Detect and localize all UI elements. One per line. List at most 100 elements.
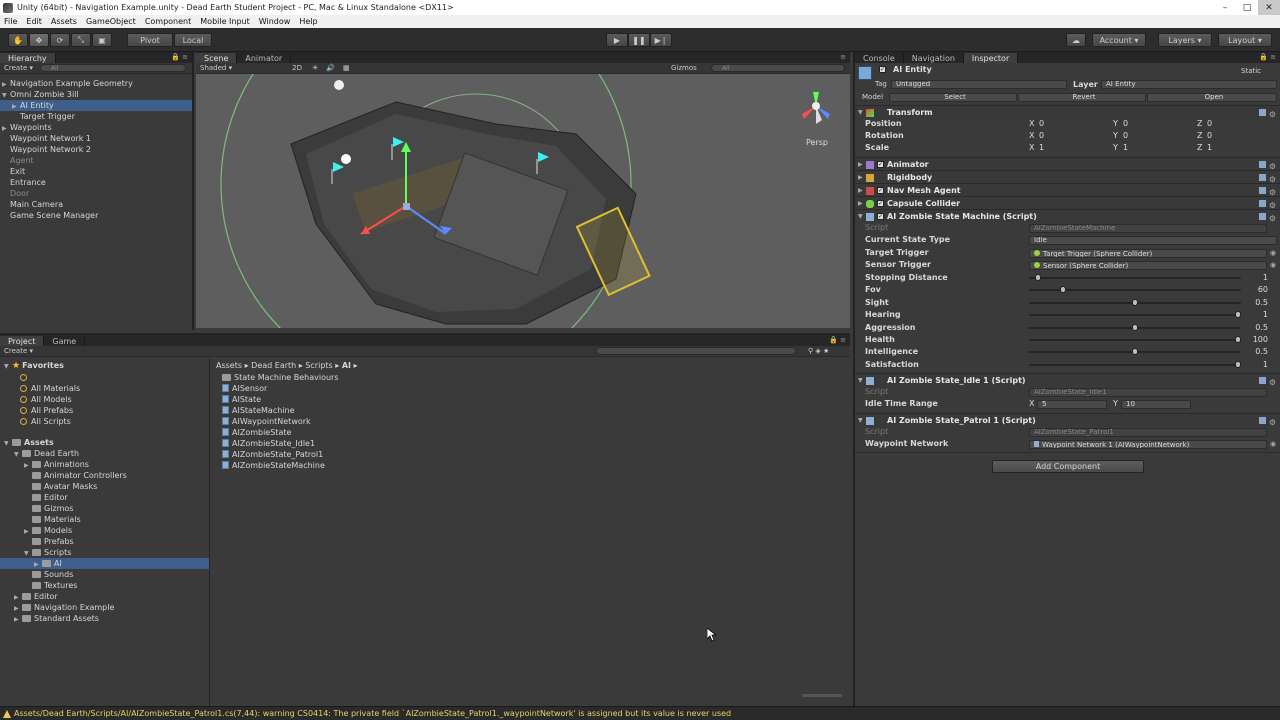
hierarchy-item[interactable]: ▶ AI Entity xyxy=(0,100,192,111)
hierarchy-search-input[interactable]: All xyxy=(40,64,186,72)
object-picker-icon[interactable]: ◉ xyxy=(1270,259,1276,271)
assets-tree-item[interactable]: ▶ Models xyxy=(0,525,209,536)
slider-thumb[interactable] xyxy=(1035,274,1042,281)
project-create-button[interactable]: Create xyxy=(4,347,27,355)
transform-header[interactable]: ▼ Transform ⚙ xyxy=(855,105,1280,119)
account-dropdown[interactable]: Account ▾ xyxy=(1092,33,1146,47)
slider-track[interactable] xyxy=(1029,363,1241,366)
menu-file[interactable]: File xyxy=(4,17,17,26)
idle-range-max-field[interactable]: 10 xyxy=(1121,400,1191,409)
close-button[interactable]: ✕ xyxy=(1258,0,1280,15)
2d-toggle[interactable]: 2D xyxy=(292,64,302,72)
hierarchy-item[interactable]: Agent xyxy=(0,155,192,166)
slider-value[interactable]: 60 xyxy=(1258,284,1268,296)
rect-tool-icon[interactable]: ▣ xyxy=(92,33,112,47)
breadcrumb-assets[interactable]: Assets xyxy=(216,361,242,370)
assets-tree-item[interactable]: Gizmos xyxy=(0,503,209,514)
slider-thumb[interactable] xyxy=(1132,298,1138,306)
file-item[interactable]: AIStateMachine xyxy=(212,405,850,416)
cloud-icon[interactable]: ☁ xyxy=(1066,33,1086,47)
hierarchy-item[interactable]: Entrance xyxy=(0,177,192,188)
object-picker-icon[interactable]: ◉ xyxy=(1270,438,1276,450)
breadcrumb-ai[interactable]: AI xyxy=(342,361,351,370)
rotation-y-field[interactable]: 0 xyxy=(1123,130,1128,142)
maximize-button[interactable]: □ xyxy=(1236,0,1258,15)
object-picker-icon[interactable]: ◉ xyxy=(1270,247,1276,259)
lighting-toggle-icon[interactable]: ☀ xyxy=(312,64,318,72)
persp-label[interactable]: Persp xyxy=(806,138,828,147)
hierarchy-item[interactable]: Target Trigger xyxy=(0,111,192,122)
hierarchy-item[interactable]: Waypoint Network 1 xyxy=(0,133,192,144)
effects-toggle-icon[interactable]: ▦ xyxy=(343,64,350,72)
assets-tree-item[interactable]: Sounds xyxy=(0,569,209,580)
add-component-button[interactable]: Add Component xyxy=(992,460,1144,473)
rotation-z-field[interactable]: 0 xyxy=(1207,130,1212,142)
model-select-button[interactable]: Select xyxy=(889,93,1017,102)
slider-value[interactable]: 1 xyxy=(1263,359,1268,371)
tab-inspector[interactable]: Inspector xyxy=(963,53,1019,63)
state-machine-enabled-checkbox[interactable]: ✓ xyxy=(877,213,884,220)
help-icon[interactable] xyxy=(1259,213,1266,220)
slider-value[interactable]: 1 xyxy=(1263,309,1268,321)
status-bar[interactable]: Assets/Dead Earth/Scripts/AI/AIZombieSta… xyxy=(0,706,1280,720)
scene-viewport[interactable]: Persp xyxy=(196,74,850,328)
pause-button[interactable]: ❚❚ xyxy=(628,33,650,47)
tab-navigation[interactable]: Navigation xyxy=(904,53,964,63)
gizmos-dropdown[interactable]: Gizmos xyxy=(671,64,697,72)
animator-enabled-checkbox[interactable]: ✓ xyxy=(877,161,884,168)
rotate-tool-icon[interactable]: ⟳ xyxy=(50,33,70,47)
tab-game[interactable]: Game xyxy=(44,336,86,346)
position-z-field[interactable]: 0 xyxy=(1207,118,1212,130)
project-search-input[interactable] xyxy=(596,347,796,355)
local-toggle[interactable]: Local xyxy=(174,33,212,47)
file-item[interactable]: AIState xyxy=(212,394,850,405)
capsule-collider-header[interactable]: ▶ ✓ Capsule Collider ⚙ xyxy=(855,196,1280,210)
help-icon[interactable] xyxy=(1259,200,1266,207)
rotation-x-field[interactable]: 0 xyxy=(1039,130,1044,142)
active-checkbox[interactable]: ✓ xyxy=(879,66,886,73)
slider-track[interactable] xyxy=(1029,339,1241,341)
scene-menu-icon[interactable]: ≡ xyxy=(840,53,846,61)
hierarchy-item[interactable]: ▶ Navigation Example Geometry xyxy=(0,78,192,89)
layout-dropdown[interactable]: Layout ▾ xyxy=(1218,33,1272,47)
assets-tree-item[interactable]: ▶ Animations xyxy=(0,459,209,470)
scene-orientation-gizmo[interactable] xyxy=(796,86,836,126)
menu-gameobject[interactable]: GameObject xyxy=(86,17,136,26)
scale-y-field[interactable]: 1 xyxy=(1123,142,1128,154)
position-x-field[interactable]: 0 xyxy=(1039,118,1044,130)
favorite-item[interactable]: All Scripts xyxy=(0,416,209,427)
patrol-state-header[interactable]: ▼ AI Zombie State_Patrol 1 (Script) ⚙ xyxy=(855,413,1280,427)
help-icon[interactable] xyxy=(1259,161,1266,168)
pivot-toggle[interactable]: Pivot xyxy=(127,33,173,47)
tab-hierarchy[interactable]: Hierarchy xyxy=(0,53,56,63)
scale-tool-icon[interactable]: ⤡ xyxy=(71,33,91,47)
zoom-slider[interactable] xyxy=(802,694,842,697)
hand-tool-icon[interactable]: ✋ xyxy=(8,33,28,47)
nav-mesh-agent-enabled-checkbox[interactable]: ✓ xyxy=(877,187,884,194)
shaded-dropdown[interactable]: Shaded xyxy=(200,64,226,72)
assets-tree-item[interactable]: ▼ Dead Earth xyxy=(0,448,209,459)
help-icon[interactable] xyxy=(1259,417,1266,424)
hierarchy-item[interactable]: Game Scene Manager xyxy=(0,210,192,221)
assets-tree-item[interactable]: Animator Controllers xyxy=(0,470,209,481)
assets-tree-item[interactable]: Editor xyxy=(0,492,209,503)
help-icon[interactable] xyxy=(1259,174,1266,181)
hierarchy-menu-icon[interactable]: 🔒 ≡ xyxy=(171,53,188,61)
tab-scene[interactable]: Scene xyxy=(196,53,238,63)
file-item[interactable]: AIZombieState xyxy=(212,427,850,438)
scene-search-input[interactable]: All xyxy=(711,64,845,72)
assets-tree-item[interactable]: ▶ AI xyxy=(0,558,209,569)
help-icon[interactable] xyxy=(1259,109,1266,116)
assets-tree-item[interactable]: ▶ Editor xyxy=(0,591,209,602)
sensor-trigger-field[interactable]: Sensor (Sphere Collider) xyxy=(1029,261,1267,270)
slider-thumb[interactable] xyxy=(1235,311,1241,319)
hierarchy-create-button[interactable]: Create xyxy=(4,64,27,72)
tab-console[interactable]: Console xyxy=(855,53,904,63)
hierarchy-item[interactable]: Door xyxy=(0,188,192,199)
breadcrumb-dead-earth[interactable]: Dead Earth xyxy=(251,361,296,370)
rigidbody-header[interactable]: ▶ Rigidbody ⚙ xyxy=(855,170,1280,184)
file-item[interactable]: AIZombieStateMachine xyxy=(212,460,850,471)
play-button[interactable]: ▶ xyxy=(606,33,628,47)
current-state-dropdown[interactable]: Idle xyxy=(1029,236,1277,245)
assets-header[interactable]: ▼ Assets xyxy=(0,437,209,448)
